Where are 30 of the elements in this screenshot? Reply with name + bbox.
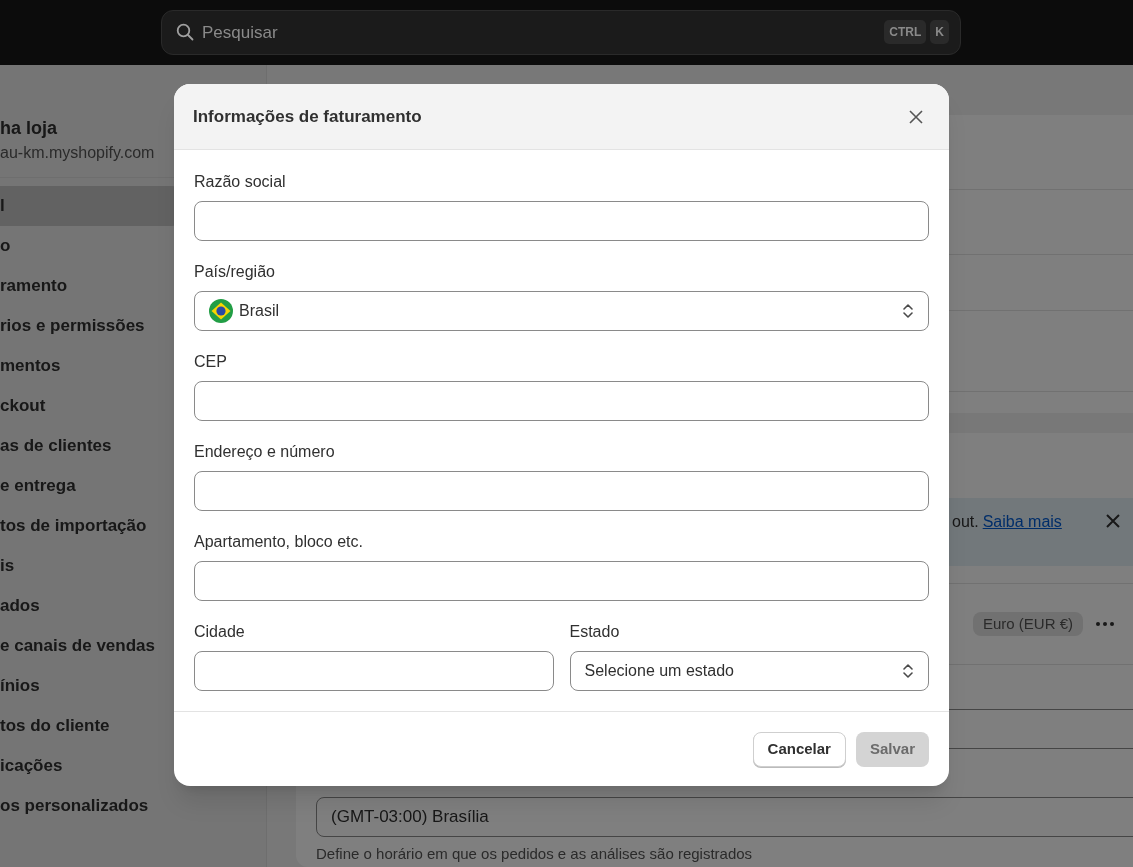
field-label: País/região <box>194 262 276 282</box>
input-field[interactable] <box>194 471 929 511</box>
input-field[interactable] <box>194 201 929 241</box>
more-icon <box>1095 621 1116 627</box>
learn-more-link[interactable]: Saiba mais <box>982 510 1062 534</box>
cancel-button[interactable]: Cancelar <box>752 731 846 767</box>
field-label: Cidade <box>194 622 246 642</box>
field-label: Apartamento, bloco etc. <box>194 532 364 552</box>
store-url: au-km.myshopify.com <box>0 143 156 163</box>
select-field[interactable]: (GMT-03:00) Brasília <box>316 797 1133 837</box>
currency-badge: Euro (EUR €) <box>973 612 1084 636</box>
select-field[interactable]: Brasil <box>194 291 929 331</box>
select-field[interactable]: Selecione um estado <box>569 651 929 691</box>
input-field[interactable] <box>194 651 554 691</box>
field-label: Razão social <box>194 172 287 192</box>
field-label: CEP <box>194 352 228 372</box>
close-icon <box>909 109 923 124</box>
help-text: Define o horário em que os pedidos e as análises são registrados <box>316 844 754 864</box>
banner-text: out. <box>952 512 979 532</box>
shortcut-key: K <box>930 20 949 44</box>
close-icon <box>1105 514 1120 528</box>
chevron-up-down-icon <box>902 302 914 320</box>
field-label: Estado <box>569 622 621 642</box>
dialog-title: Informações de faturamento <box>193 105 423 128</box>
shortcut-key: CTRL <box>884 20 927 44</box>
input-field[interactable] <box>194 561 929 601</box>
chevron-up-down-icon <box>902 662 914 680</box>
field-label: Endereço e número <box>194 442 336 462</box>
search-icon <box>176 23 194 41</box>
input-field[interactable] <box>194 381 929 421</box>
